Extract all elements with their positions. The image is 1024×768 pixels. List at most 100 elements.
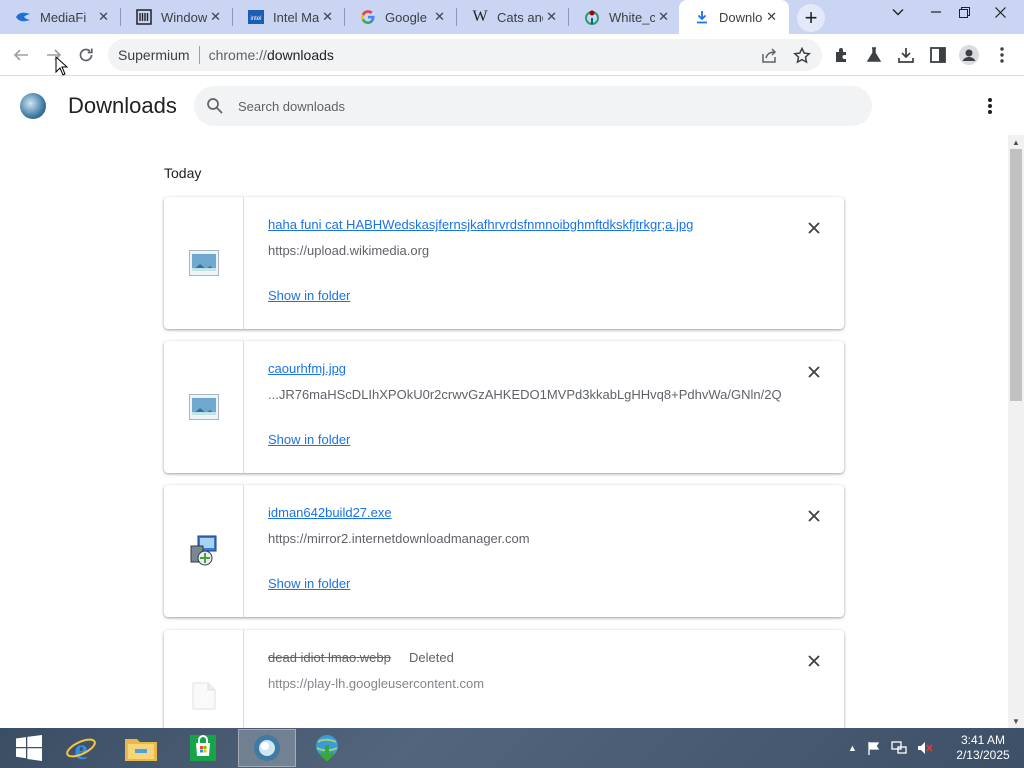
internet-download-manager-icon[interactable]	[298, 729, 356, 767]
browser-toolbar: Supermium chrome://downloads	[0, 34, 1024, 76]
scroll-down-arrow-icon[interactable]: ▼	[1008, 714, 1024, 728]
profile-avatar-icon[interactable]	[959, 45, 979, 65]
tab-google[interactable]: Google ✕	[345, 0, 457, 34]
close-icon[interactable]: ✕	[658, 9, 669, 25]
close-icon[interactable]: ✕	[766, 9, 777, 25]
share-icon[interactable]	[760, 45, 780, 65]
bookmark-star-icon[interactable]	[792, 45, 812, 65]
url-scheme: chrome://	[208, 47, 267, 63]
mediafire-icon	[14, 8, 32, 26]
labs-flask-icon[interactable]	[864, 45, 884, 65]
restore-button[interactable]	[950, 0, 978, 24]
page-title: Downloads	[68, 93, 177, 118]
minimize-button[interactable]	[922, 0, 950, 24]
show-in-folder-link[interactable]: Show in folder	[268, 432, 350, 447]
action-center-flag-icon[interactable]	[867, 741, 881, 755]
browser-menu-icon[interactable]	[992, 45, 1012, 65]
close-icon[interactable]: ✕	[210, 9, 221, 25]
remove-download-icon[interactable]	[804, 651, 824, 671]
tab-title: Windows	[161, 9, 207, 25]
show-in-folder-link[interactable]: Show in folder	[268, 288, 350, 303]
file-source-url[interactable]: https://mirror2.internetdownloadmanager.…	[268, 531, 530, 546]
search-input[interactable]	[238, 98, 838, 114]
tab-title: Intel Ma	[273, 9, 319, 25]
system-tray: ▲	[848, 728, 933, 768]
download-icon	[693, 8, 711, 26]
remove-download-icon[interactable]	[804, 506, 824, 526]
close-icon[interactable]: ✕	[98, 9, 109, 25]
downloads-toolbar-icon[interactable]	[896, 45, 916, 65]
downloads-list: Today haha funi cat HABHWedskasjfernsjka…	[0, 135, 1008, 728]
file-explorer-icon[interactable]	[112, 729, 170, 767]
file-name-link[interactable]: caourhfmj.jpg	[268, 361, 346, 376]
close-window-button[interactable]	[980, 0, 1020, 24]
file-source-url[interactable]: https://play-lh.googleusercontent.com	[268, 676, 484, 691]
tab-search-chevron-icon[interactable]	[884, 0, 912, 24]
tab-downloads[interactable]: Downlo ✕	[679, 0, 789, 34]
download-item: haha funi cat HABHWedskasjfernsjkafhrvrd…	[164, 197, 844, 329]
back-button[interactable]	[9, 43, 33, 67]
tab-cats[interactable]: W Cats and ✕	[457, 0, 569, 34]
tab-intel[interactable]: intel Intel Ma ✕	[233, 0, 345, 34]
omnibox-divider	[198, 46, 200, 64]
vertical-scrollbar[interactable]: ▲ ▼	[1008, 135, 1024, 728]
file-icon-column	[164, 485, 244, 617]
search-box[interactable]	[194, 86, 872, 126]
volume-muted-icon[interactable]	[917, 741, 933, 755]
tab-white[interactable]: White_c ✕	[569, 0, 681, 34]
extensions-icon[interactable]	[832, 45, 852, 65]
scroll-up-arrow-icon[interactable]: ▲	[1008, 135, 1024, 149]
downloads-header: Downloads	[0, 77, 1024, 135]
internet-explorer-icon[interactable]: e	[52, 729, 110, 767]
tab-title: Google	[385, 9, 427, 25]
network-icon[interactable]	[891, 741, 907, 755]
wikimedia-icon	[583, 8, 601, 26]
tab-title: White_c	[609, 9, 655, 25]
origin-chip: Supermium	[118, 47, 190, 63]
blank-file-icon	[192, 682, 215, 710]
file-source-url[interactable]: ...JR76maHScDLIhXPOkU0r2crwvGzAHKEDO1MVP…	[268, 387, 782, 402]
close-icon[interactable]: ✕	[322, 9, 333, 25]
remove-download-icon[interactable]	[804, 362, 824, 382]
remove-download-icon[interactable]	[804, 218, 824, 238]
reload-button[interactable]	[74, 43, 98, 67]
store-icon[interactable]	[174, 729, 232, 767]
file-source-url[interactable]: https://upload.wikimedia.org	[268, 243, 429, 258]
file-icon-column	[164, 630, 244, 728]
close-icon[interactable]: ✕	[434, 9, 445, 25]
show-in-folder-link[interactable]: Show in folder	[268, 576, 350, 591]
clock[interactable]: 3:41 AM 2/13/2025	[948, 733, 1018, 763]
installer-icon	[190, 535, 216, 566]
supermium-icon[interactable]	[238, 729, 296, 767]
mouse-cursor-icon	[55, 56, 69, 76]
tab-mediafire[interactable]: MediaFire ✕	[0, 0, 121, 34]
new-tab-button[interactable]: +	[797, 4, 825, 32]
clock-date: 2/13/2025	[956, 748, 1010, 762]
file-name-link[interactable]: idman642build27.exe	[268, 505, 392, 520]
tab-title: Downlo	[719, 9, 763, 25]
file-icon-column	[164, 341, 244, 473]
supermium-logo-icon	[20, 93, 46, 119]
show-hidden-icons-icon[interactable]: ▲	[848, 743, 857, 753]
svg-text:e: e	[74, 733, 87, 764]
svg-text:intel: intel	[250, 16, 261, 22]
close-icon[interactable]: ✕	[546, 9, 557, 25]
scroll-thumb[interactable]	[1010, 149, 1022, 401]
url-path: downloads	[266, 47, 334, 63]
windows-archive-icon	[135, 8, 153, 26]
side-panel-icon[interactable]	[928, 45, 948, 65]
download-status: Deleted	[409, 650, 454, 665]
tab-windows[interactable]: Windows ✕	[121, 0, 233, 34]
file-name-deleted: dead idiot lmao.webp	[268, 650, 391, 665]
tab-strip: MediaFire ✕ Windows ✕ intel Intel Ma ✕ G…	[0, 0, 1024, 34]
address-bar[interactable]: Supermium chrome://downloads	[108, 39, 822, 71]
image-file-icon	[188, 250, 219, 276]
start-button[interactable]	[0, 729, 58, 767]
taskbar: e ▲ 3:41 AM 2/13/2025	[0, 728, 1024, 768]
download-item-deleted: dead idiot lmao.webp Deleted https://pla…	[164, 630, 844, 728]
download-item: idman642build27.exe https://mirror2.inte…	[164, 485, 844, 617]
google-icon	[359, 8, 377, 26]
tab-title: MediaFire	[40, 9, 86, 25]
file-name-link[interactable]: haha funi cat HABHWedskasjfernsjkafhrvrd…	[268, 217, 693, 232]
more-actions-icon[interactable]	[980, 95, 1000, 117]
